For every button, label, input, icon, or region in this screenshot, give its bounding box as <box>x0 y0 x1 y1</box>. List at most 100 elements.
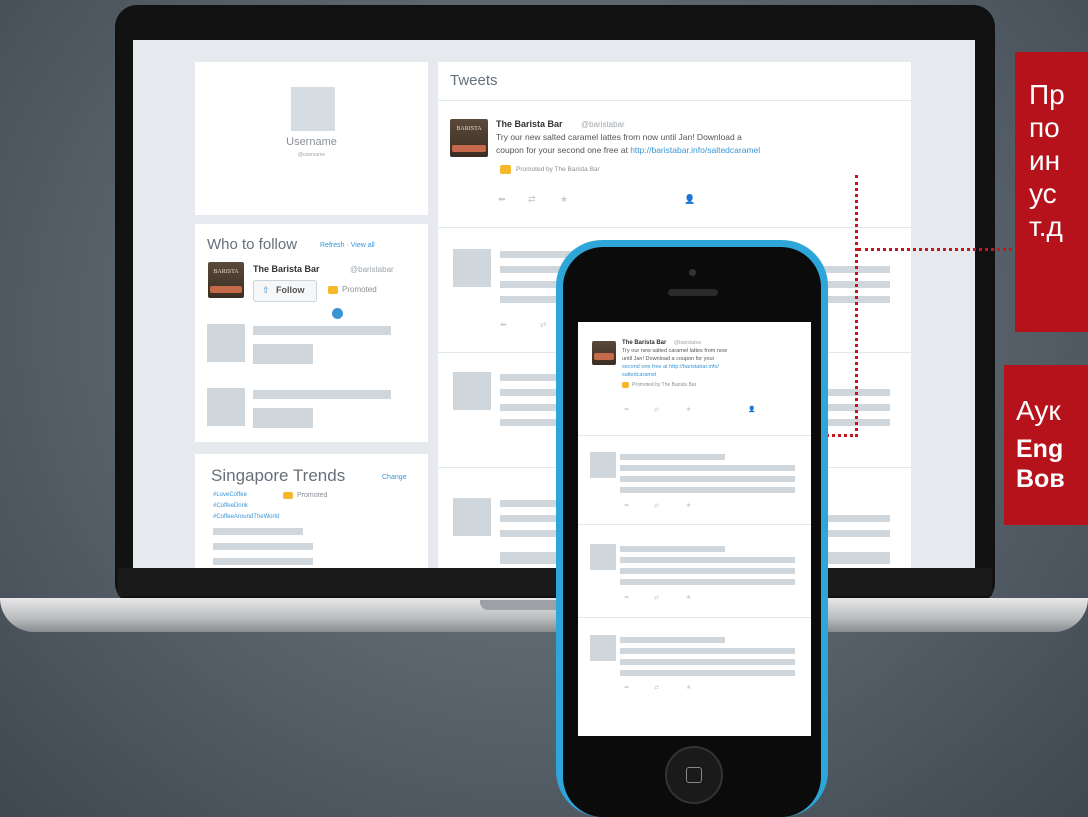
profile-avatar[interactable] <box>291 87 335 131</box>
tweet-promoted-by: Promoted by The Barista Bar <box>516 166 600 173</box>
callout-line: т.д <box>1029 211 1063 242</box>
reply-icon[interactable]: ⬅ <box>624 502 629 509</box>
tweet-text-line2: coupon for your second one free at http:… <box>496 145 760 155</box>
follow-button[interactable]: ⇧ Follow <box>253 280 317 302</box>
tweet-link[interactable]: http://baristabar.info/saltedcaramel <box>630 145 760 155</box>
phone-tweet-text: until Jan! Download a coupon for your <box>622 356 715 362</box>
favorite-icon[interactable]: ★ <box>686 406 691 413</box>
suggestion-avatar-placeholder <box>207 388 245 426</box>
trend-placeholder <box>213 543 313 550</box>
phone-tweet-handle: @baristabar <box>674 340 702 346</box>
profile-card: Username @username <box>195 62 428 215</box>
suggestion-avatar-placeholder <box>207 324 245 362</box>
tweet-line-placeholder <box>620 487 795 493</box>
connector-line-vertical <box>855 175 858 437</box>
tweet-avatar-placeholder <box>590 452 616 478</box>
follow-icon: ⇧ <box>262 285 270 295</box>
phone-home-button[interactable] <box>665 746 723 804</box>
tweet-promoted-icon <box>500 165 511 174</box>
tweet-text: coupon for your second one free at <box>496 145 631 155</box>
trend-placeholder <box>213 528 303 535</box>
favorite-icon[interactable]: ★ <box>686 594 691 601</box>
callout-line: по <box>1029 112 1060 143</box>
reply-icon[interactable]: ⬅ <box>498 194 506 205</box>
trend-item[interactable]: #CoffeeAroundTheWorld <box>213 514 279 520</box>
favorite-icon[interactable]: ★ <box>686 684 691 691</box>
who-to-follow-title: Who to follow <box>207 236 298 253</box>
retweet-icon[interactable]: ⇄ <box>654 502 659 509</box>
trend-item[interactable]: #CoffeeDrink <box>213 503 248 509</box>
tweet-avatar-placeholder <box>453 372 491 410</box>
tweet-line-placeholder <box>620 648 795 654</box>
suggestion-name-placeholder <box>253 390 391 399</box>
phone-tweet-avatar[interactable] <box>592 341 616 365</box>
trends-change-link[interactable]: Change <box>382 474 407 481</box>
trend-promoted-icon <box>283 492 293 499</box>
reply-icon[interactable]: ⬅ <box>624 594 629 601</box>
reply-icon[interactable]: ⬅ <box>624 406 629 413</box>
tweet-avatar-placeholder <box>453 249 491 287</box>
retweet-icon[interactable]: ⇄ <box>528 194 536 205</box>
divider <box>438 227 911 228</box>
laptop-chin <box>118 568 992 596</box>
tweet-avatar-placeholder <box>590 635 616 661</box>
phone-camera <box>689 269 696 276</box>
profile-handle: @username <box>297 152 326 158</box>
divider <box>438 100 911 101</box>
tweet-line-placeholder <box>620 454 725 460</box>
favorite-icon[interactable]: ★ <box>686 502 691 509</box>
suggestion-name-placeholder <box>253 326 391 335</box>
callout-box-1: Пр по ин ус т.д <box>1015 52 1088 332</box>
phone-tweet-text: second one free at http://baristabar.inf… <box>622 364 719 370</box>
trends-card: Singapore Trends Change #LoveCoffee Prom… <box>195 454 428 568</box>
follow-promoted-label: Promoted <box>342 285 377 294</box>
connector-line-horizontal <box>858 248 1018 251</box>
phone-tweet-link[interactable]: saltedcaramel <box>622 372 656 378</box>
phone-tweet-author[interactable]: The Barista Bar <box>622 340 666 346</box>
avatar-label: BARISTA <box>456 126 482 132</box>
retweet-icon[interactable]: ⇄ <box>540 320 547 329</box>
tweet-line-placeholder <box>620 670 795 676</box>
retweet-icon[interactable]: ⇄ <box>654 406 659 413</box>
profile-name[interactable]: Username <box>195 136 428 148</box>
follow-account-name[interactable]: The Barista Bar <box>253 264 320 274</box>
callout-line: ус <box>1029 178 1057 209</box>
tweet-line-placeholder <box>620 557 795 563</box>
favorite-icon[interactable]: ★ <box>560 194 568 205</box>
divider <box>578 617 811 618</box>
trend-placeholder <box>213 558 313 565</box>
follow-user-icon[interactable]: 👤 <box>684 194 695 205</box>
refresh-view-all-link[interactable]: Refresh · View all <box>320 242 375 249</box>
callout-line: Вов <box>1016 465 1065 493</box>
tweet-line-placeholder <box>620 637 725 643</box>
phone-screen: The Barista Bar @baristabar Try our new … <box>578 322 811 736</box>
home-square-icon <box>686 767 702 783</box>
follow-user-icon[interactable]: 👤 <box>748 406 755 413</box>
phone-speaker <box>668 289 718 296</box>
follow-account-handle: @baristabar <box>350 265 394 274</box>
retweet-icon[interactable]: ⇄ <box>654 684 659 691</box>
suggestion-button-placeholder <box>253 344 313 364</box>
promoted-icon <box>328 286 338 294</box>
retweet-icon[interactable]: ⇄ <box>654 594 659 601</box>
trend-item[interactable]: #LoveCoffee <box>213 492 247 498</box>
divider <box>578 524 811 525</box>
trend-promoted-label: Promoted <box>297 492 328 499</box>
laptop-screen: Username @username Who to follow Refresh… <box>133 40 975 568</box>
callout-line: Eng <box>1016 435 1064 463</box>
barista-bar-avatar[interactable]: BARISTA <box>208 262 244 298</box>
follow-button-label: Follow <box>276 285 305 295</box>
tweet-avatar[interactable]: BARISTA <box>450 119 488 157</box>
reply-icon[interactable]: ⬅ <box>500 320 507 329</box>
tweet-line-placeholder <box>620 659 795 665</box>
tweet-text-line1: Try our new salted caramel lattes from n… <box>496 132 742 142</box>
tweet-line-placeholder <box>620 546 725 552</box>
phone-promoted-by: Promoted by The Barista Bar <box>632 382 697 388</box>
tweet-author[interactable]: The Barista Bar <box>496 119 563 129</box>
phone-tweet-text: Try our new salted caramel lattes from n… <box>622 348 727 354</box>
verified-icon <box>332 308 343 319</box>
callout-line: Аук <box>1016 395 1061 426</box>
callout-box-2: Аук Eng Вов <box>1004 365 1088 525</box>
tweet-line-placeholder <box>620 476 795 482</box>
reply-icon[interactable]: ⬅ <box>624 684 629 691</box>
